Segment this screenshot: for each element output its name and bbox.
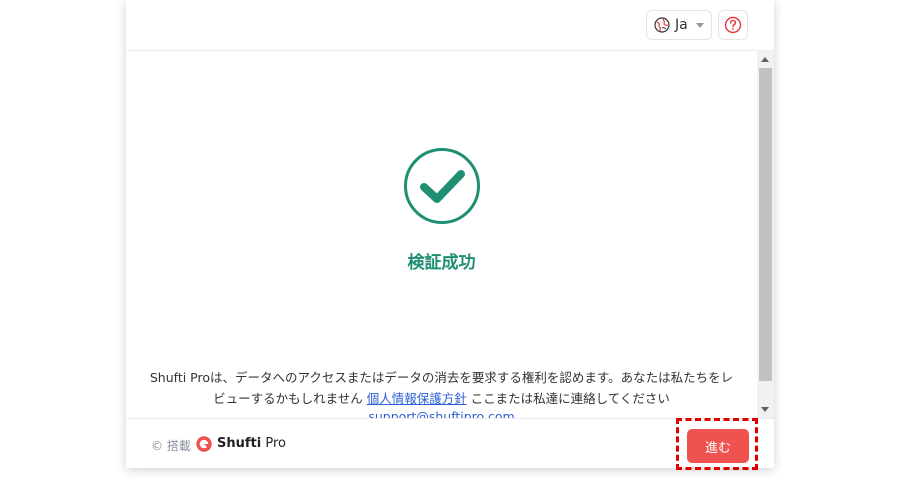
success-title: 検証成功	[407, 253, 476, 273]
globe-icon	[654, 17, 670, 33]
scroll-down-arrow-icon[interactable]	[761, 407, 769, 412]
content-area[interactable]: 検証成功 Shufti Proは、データへのアクセスまたはデータの消去を要求する…	[126, 51, 757, 418]
brand-name-strong: Shufti	[217, 436, 262, 451]
privacy-notice: Shufti Proは、データへのアクセスまたはデータの消去を要求する権利を認め…	[144, 367, 739, 409]
check-circle-icon	[404, 148, 480, 224]
language-label: Ja	[675, 17, 688, 33]
brand-name-light: Pro	[261, 436, 286, 451]
privacy-text-after: ここまたは私達に連絡してください	[466, 391, 670, 406]
privacy-policy-link[interactable]: 個人情報保護方針	[367, 391, 467, 406]
caret-down-icon	[695, 22, 704, 28]
header-bar: Ja	[126, 0, 774, 51]
help-icon	[724, 16, 742, 34]
language-selector[interactable]: Ja	[646, 10, 712, 40]
scrollbar-thumb[interactable]	[759, 68, 772, 381]
powered-by-label: © 搭載	[151, 439, 191, 453]
scroll-up-arrow-icon[interactable]	[761, 57, 769, 62]
scrollbar[interactable]	[757, 51, 774, 418]
next-button[interactable]: 進む	[687, 429, 749, 463]
brand-name: Shufti Pro	[217, 436, 286, 451]
help-button[interactable]	[718, 10, 748, 40]
verification-card: Ja 検証成功 Shufti Proは、データへのアクセスまたはデータの消去を要…	[126, 0, 774, 468]
shuftipro-logo-icon	[196, 436, 212, 452]
footer-bar: © 搭載 Shufti Pro 進む	[126, 418, 774, 468]
support-email-link[interactable]: support@shuftipro.com	[126, 409, 757, 418]
